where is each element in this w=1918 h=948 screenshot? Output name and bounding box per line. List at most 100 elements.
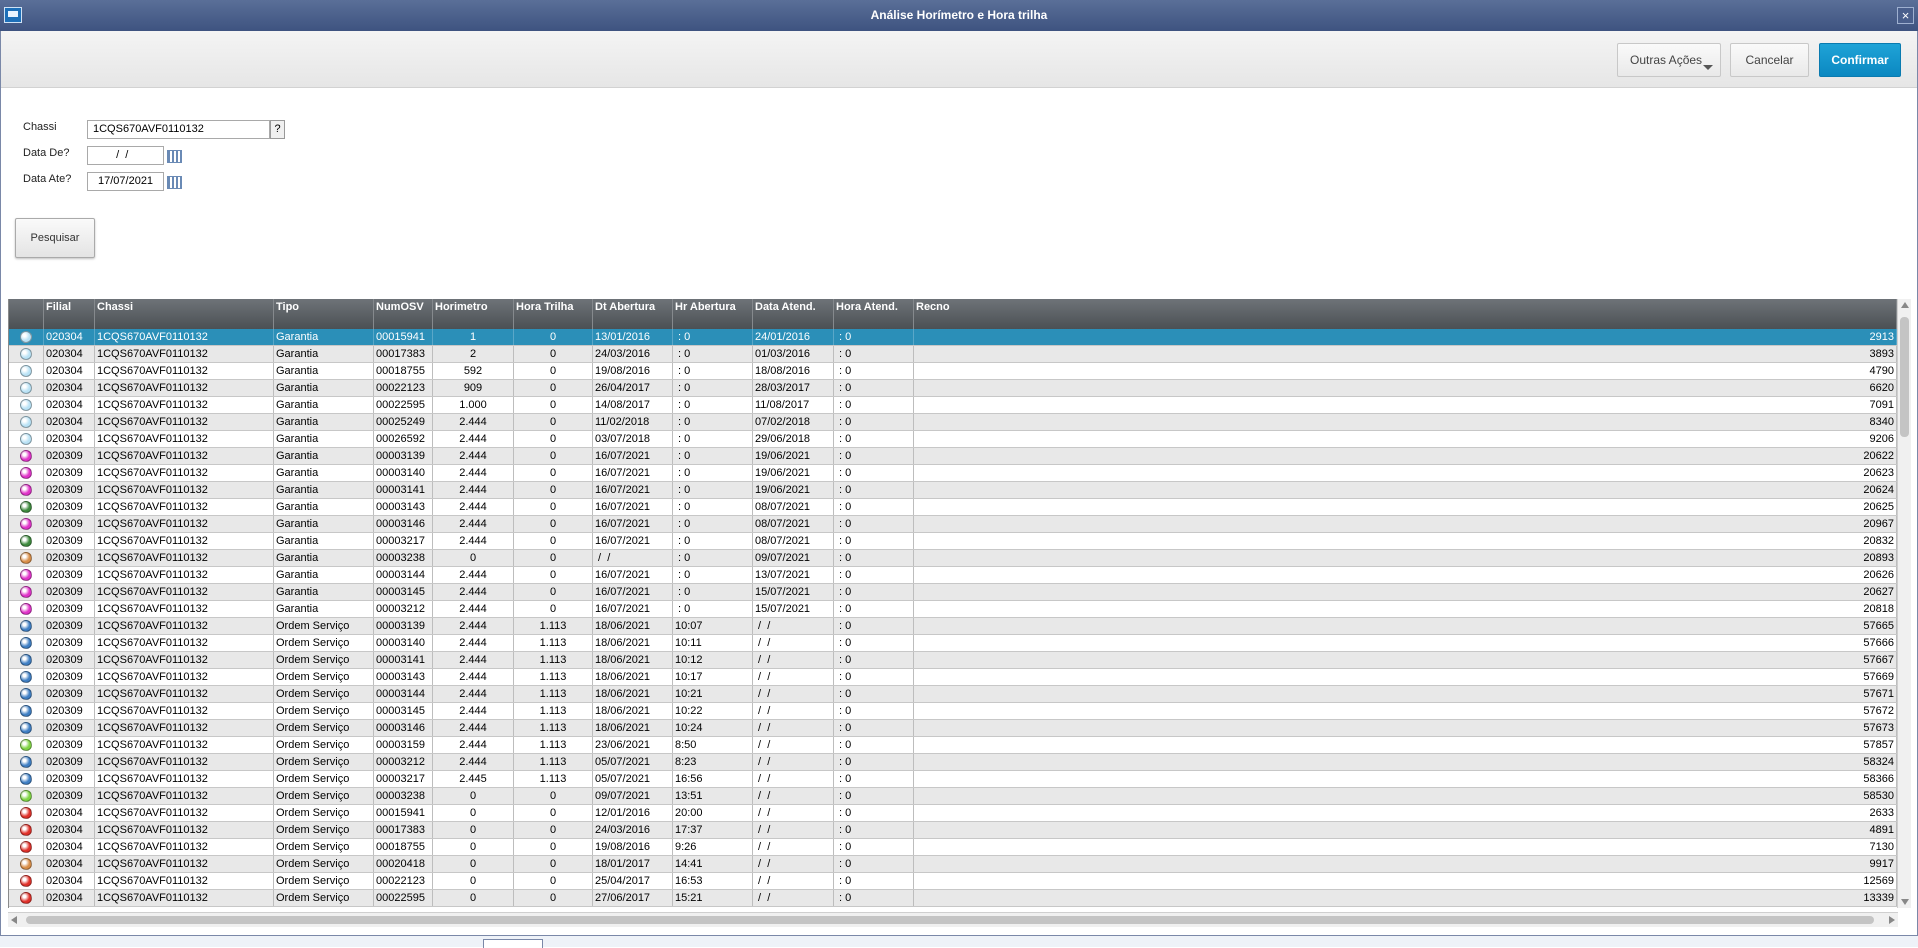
chassi-field[interactable]: 1CQS670AVF0110132 [87,120,270,139]
column-header[interactable]: NumOSV [374,299,433,329]
column-header[interactable]: Dt Abertura [593,299,673,329]
cell-tipo: Ordem Serviço [274,720,374,736]
scroll-thumb[interactable] [1900,317,1909,437]
status-cell [9,856,44,872]
calendar-icon[interactable] [167,176,182,189]
table-row[interactable]: 020309 1CQS670AVF0110132 Garantia 00003145 2… [9,584,1897,601]
cell-hora-trilha: 0 [514,856,593,872]
cell-numosv: 00022595 [374,890,433,906]
table-row[interactable]: 020309 1CQS670AVF0110132 Garantia 00003146 2… [9,516,1897,533]
scroll-right-icon[interactable] [1889,916,1895,924]
table-row[interactable]: 020304 1CQS670AVF0110132 Garantia 00022595 1… [9,397,1897,414]
cell-chassi: 1CQS670AVF0110132 [95,618,274,634]
table-row[interactable]: 020304 1CQS670AVF0110132 Garantia 00025249 2… [9,414,1897,431]
column-header[interactable]: Filial [44,299,95,329]
column-header[interactable]: Tipo [274,299,374,329]
chassi-lookup-button[interactable]: ? [270,120,285,139]
table-row[interactable]: 020309 1CQS670AVF0110132 Garantia 00003238 0… [9,550,1897,567]
vertical-scrollbar[interactable] [1897,299,1911,908]
table-row[interactable]: 020309 1CQS670AVF0110132 Ordem Serviço 0000… [9,737,1897,754]
cell-horimetro: 2.444 [433,652,514,668]
table-row[interactable]: 020309 1CQS670AVF0110132 Garantia 00003217 2… [9,533,1897,550]
table-row[interactable]: 020309 1CQS670AVF0110132 Garantia 00003140 2… [9,465,1897,482]
cell-numosv: 00022123 [374,873,433,889]
cell-recno: 13339 [914,890,1897,906]
table-row[interactable]: 020309 1CQS670AVF0110132 Ordem Serviço 0000… [9,788,1897,805]
other-actions-button[interactable]: Outras Ações [1617,43,1721,77]
table-row[interactable]: 020304 1CQS670AVF0110132 Ordem Serviço 0002… [9,873,1897,890]
cancel-button[interactable]: Cancelar [1730,43,1809,77]
column-header[interactable]: Hora Atend. [834,299,914,329]
data-ate-field[interactable]: 17/07/2021 [87,172,164,191]
table-row[interactable]: 020309 1CQS670AVF0110132 Ordem Serviço 0000… [9,720,1897,737]
table-row[interactable]: 020309 1CQS670AVF0110132 Ordem Serviço 0000… [9,635,1897,652]
cell-chassi: 1CQS670AVF0110132 [95,448,274,464]
cell-tipo: Garantia [274,499,374,515]
table-row[interactable]: 020309 1CQS670AVF0110132 Ordem Serviço 0000… [9,686,1897,703]
cell-hr-abertura: : 0 [673,567,753,583]
cell-hora-trilha: 0 [514,601,593,617]
scroll-down-icon[interactable] [1901,899,1909,905]
column-header[interactable]: Data Atend. [753,299,834,329]
column-header[interactable]: Recno [914,299,1897,329]
cell-hora-atend: : 0 [834,788,914,804]
table-row[interactable]: 020309 1CQS670AVF0110132 Ordem Serviço 0000… [9,754,1897,771]
table-row[interactable]: 020309 1CQS670AVF0110132 Ordem Serviço 0000… [9,703,1897,720]
column-header[interactable] [9,299,44,329]
scroll-up-icon[interactable] [1901,302,1909,308]
cell-filial: 020309 [44,567,95,583]
cell-hora-trilha: 0 [514,873,593,889]
cell-hora-atend: : 0 [834,839,914,855]
cell-data-atend: 15/07/2021 [753,584,834,600]
table-row[interactable]: 020309 1CQS670AVF0110132 Garantia 00003212 2… [9,601,1897,618]
column-header[interactable]: Chassi [95,299,274,329]
table-row[interactable]: 020309 1CQS670AVF0110132 Ordem Serviço 0000… [9,771,1897,788]
table-row[interactable]: 020304 1CQS670AVF0110132 Ordem Serviço 0001… [9,805,1897,822]
table-row[interactable]: 020304 1CQS670AVF0110132 Ordem Serviço 0001… [9,822,1897,839]
cell-hora-atend: : 0 [834,397,914,413]
cell-chassi: 1CQS670AVF0110132 [95,890,274,906]
column-header[interactable]: Hora Trilha [514,299,593,329]
cell-data-atend: / / [753,703,834,719]
horizontal-scrollbar[interactable] [8,912,1898,927]
cell-numosv: 00003238 [374,788,433,804]
table-row[interactable]: 020309 1CQS670AVF0110132 Garantia 00003143 2… [9,499,1897,516]
table-row[interactable]: 020309 1CQS670AVF0110132 Ordem Serviço 0000… [9,669,1897,686]
table-row[interactable]: 020304 1CQS670AVF0110132 Garantia 00022123 9… [9,380,1897,397]
table-row[interactable]: 020309 1CQS670AVF0110132 Ordem Serviço 0000… [9,652,1897,669]
cell-filial: 020309 [44,499,95,515]
table-row[interactable]: 020304 1CQS670AVF0110132 Ordem Serviço 0001… [9,839,1897,856]
table-row[interactable]: 020309 1CQS670AVF0110132 Garantia 00003139 2… [9,448,1897,465]
table-row[interactable]: 020309 1CQS670AVF0110132 Garantia 00003144 2… [9,567,1897,584]
table-row[interactable]: 020304 1CQS670AVF0110132 Garantia 00015941 1… [9,329,1897,346]
column-header[interactable]: Horimetro [433,299,514,329]
search-button[interactable]: Pesquisar [15,218,95,258]
cell-tipo: Garantia [274,516,374,532]
scroll-thumb[interactable] [26,916,1874,924]
table-row[interactable]: 020304 1CQS670AVF0110132 Garantia 00017383 2… [9,346,1897,363]
data-de-field[interactable]: / / [87,146,164,165]
scroll-left-icon[interactable] [11,916,17,924]
status-cell [9,329,44,345]
cell-data-atend: 19/06/2021 [753,482,834,498]
column-header[interactable]: Hr Abertura [673,299,753,329]
results-table[interactable]: Filial Chassi Tipo NumOSV Horimetro Hora Tril… [8,299,1897,908]
table-row[interactable]: 020309 1CQS670AVF0110132 Garantia 00003141 2… [9,482,1897,499]
calendar-icon[interactable] [167,150,182,163]
table-row[interactable]: 020304 1CQS670AVF0110132 Ordem Serviço 0002… [9,890,1897,907]
cell-recno: 7091 [914,397,1897,413]
cell-chassi: 1CQS670AVF0110132 [95,754,274,770]
cell-dt-abertura: 16/07/2021 [593,448,673,464]
cell-horimetro: 0 [433,839,514,855]
cell-numosv: 00003141 [374,652,433,668]
table-row[interactable]: 020304 1CQS670AVF0110132 Garantia 00018755 5… [9,363,1897,380]
table-row[interactable]: 020309 1CQS670AVF0110132 Ordem Serviço 0000… [9,618,1897,635]
cell-filial: 020304 [44,873,95,889]
confirm-button[interactable]: Confirmar [1819,43,1901,77]
close-icon[interactable]: × [1897,7,1914,24]
cell-numosv: 00015941 [374,805,433,821]
table-row[interactable]: 020304 1CQS670AVF0110132 Garantia 00026592 2… [9,431,1897,448]
status-cell [9,380,44,396]
table-row[interactable]: 020304 1CQS670AVF0110132 Ordem Serviço 0002… [9,856,1897,873]
cell-horimetro: 2.444 [433,686,514,702]
